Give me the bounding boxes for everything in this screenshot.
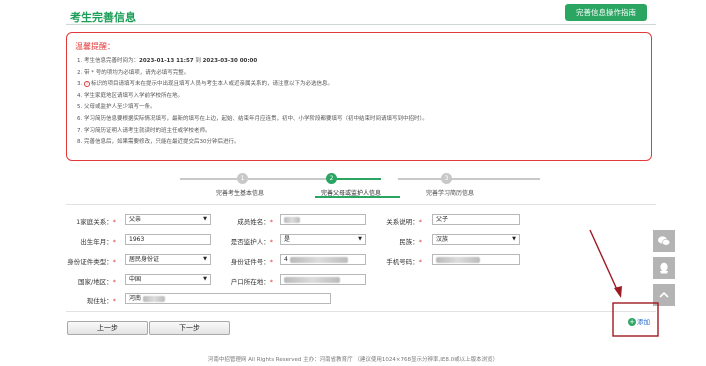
ethnicity-label: 民族：* [399, 238, 422, 246]
step-line-active [331, 178, 381, 180]
notice-item: 8. 完善信息后，如果需要修改，只能在最近提交后30分钟后进行。 [77, 139, 240, 146]
notice-item: 1. 考生信息完善时间为：2023-01-13 11:57 到 2023-03-… [77, 58, 258, 64]
footer-copyright: 河南中招管理网 All Rights Reserved 主办：河南省教育厅 （建… [207, 357, 499, 363]
qq-icon [660, 262, 668, 274]
warning-icon: ! [84, 81, 90, 88]
next-step-button[interactable]: 下一步 [149, 321, 230, 335]
id-type-label: 身份证件类型：* [67, 258, 116, 266]
phone-label: 手机号码：* [386, 258, 422, 266]
relation-desc-input[interactable]: 父子 [432, 214, 520, 225]
relation-label: 1家庭关系：* [76, 218, 116, 226]
redacted-phone [436, 256, 480, 263]
member-name-label: 成员姓名：* [237, 218, 273, 226]
redacted-hukou [284, 276, 340, 283]
annotation-arrow-line [589, 229, 620, 295]
id-type-select[interactable]: 居民身份证 ▼ [125, 254, 211, 265]
ethnicity-select[interactable]: 汉族 ▼ [432, 234, 520, 245]
back-to-top-button[interactable] [653, 284, 675, 306]
form-divider [66, 204, 656, 205]
step-progress: 1 2 3 完善考生基本信息 完善父母或监护人信息 完善学习简历信息 [180, 170, 540, 200]
wechat-button[interactable] [653, 230, 675, 252]
step-3-dot: 3 [441, 173, 452, 184]
guardian-select[interactable]: 是 ▼ [280, 234, 366, 245]
page-title: 考生完善信息 [70, 11, 136, 24]
guide-button[interactable]: 完善信息操作指南 [565, 4, 647, 21]
bottom-divider [66, 311, 656, 312]
notice-item: 2. 带 * 号的项均为必填项，请先必填写完整。 [77, 69, 190, 76]
step-2-dot: 2 [326, 173, 337, 184]
dropdown-arrow-icon: ▼ [358, 236, 362, 242]
step-1-label: 完善考生基本信息 [216, 190, 265, 197]
step-3-label: 完善学习简历信息 [426, 190, 475, 197]
qq-button[interactable] [653, 257, 675, 279]
notice-list: 1. 考生信息完善时间为：2023-01-13 11:57 到 2023-03-… [77, 56, 428, 149]
add-button[interactable]: + 添加 [628, 316, 650, 326]
phone-input[interactable] [432, 254, 520, 265]
relation-desc-label: 关系说明：* [386, 218, 422, 226]
notice-item: 3. ! 标识的项目请填写未在提示中出现且填写人员与考生本人或近亲属关系的，请注意… [77, 81, 334, 88]
title-divider [66, 24, 656, 25]
notice-item: 6. 学习简历信息要根据实际情况填写，最新的填写在上边，起始、结束年月应连贯，初… [77, 115, 428, 122]
dropdown-arrow-icon: ▼ [203, 216, 207, 222]
notice-item: 5. 父母或监护人至少填写一条。 [77, 104, 156, 111]
active-step-underline [315, 196, 400, 198]
annotation-arrow-head [614, 286, 622, 298]
guardian-label: 是否监护人：* [230, 238, 273, 246]
id-number-label: 身份证件号：* [230, 258, 273, 266]
plus-icon: + [628, 318, 636, 326]
dropdown-arrow-icon: ▼ [203, 276, 207, 282]
region-label: 国家/地区：* [78, 278, 116, 286]
redacted-address [142, 295, 165, 302]
birth-label: 出生年月：* [80, 238, 116, 246]
chevron-up-icon [659, 291, 669, 298]
notice-item: 7. 学习简历证明人请考生就读时的班主任或学校老师。 [77, 127, 211, 134]
member-name-input[interactable] [280, 214, 366, 225]
relation-select[interactable]: 父亲 ▼ [125, 214, 211, 225]
region-select[interactable]: 中国 ▼ [125, 274, 211, 285]
wechat-icon [658, 236, 671, 246]
prev-step-button[interactable]: 上一步 [67, 321, 148, 335]
birth-input[interactable]: 1963 [125, 234, 211, 245]
address-input[interactable]: 河南 [125, 293, 331, 304]
hukou-label: 户口所在地：* [230, 278, 273, 286]
notice-title: 温馨提醒： [75, 42, 115, 51]
redacted-id-number [289, 256, 348, 263]
step-1-dot: 1 [237, 173, 248, 184]
step-line [180, 178, 237, 180]
dropdown-arrow-icon: ▼ [512, 236, 516, 242]
hukou-input[interactable] [280, 274, 366, 285]
notice-item: 4. 学生家庭地区请填写入学前学校所在地。 [77, 92, 183, 99]
redacted-name [284, 216, 300, 223]
address-label: 现住址：* [86, 297, 116, 305]
id-number-input[interactable]: 4 [280, 254, 366, 265]
notice-box: 温馨提醒： 1. 考生信息完善时间为：2023-01-13 11:57 到 20… [66, 32, 652, 161]
dropdown-arrow-icon: ▼ [203, 256, 207, 262]
step-line [456, 178, 540, 180]
